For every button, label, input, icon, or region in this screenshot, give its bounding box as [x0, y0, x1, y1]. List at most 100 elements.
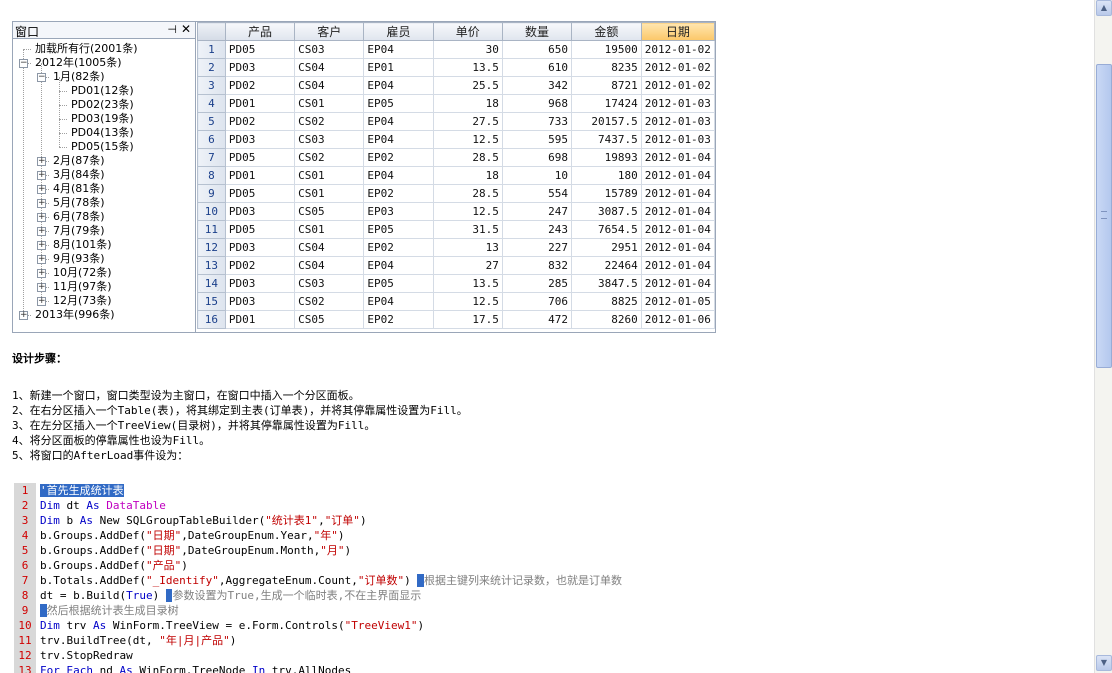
tree-node[interactable]: 5月(78条)	[53, 196, 105, 210]
table-cell[interactable]: PD05	[224, 148, 296, 167]
table-cell[interactable]: 2012-01-06	[640, 310, 715, 329]
vertical-scrollbar[interactable]: ▲ ▼	[1094, 0, 1112, 673]
table-cell[interactable]: 3087.5	[571, 202, 642, 221]
tree-node[interactable]: 2月(87条)	[53, 154, 105, 168]
table-row[interactable]: 12 PD03 CS04 EP02 13 227 2951 2012-01-04	[197, 238, 715, 257]
table-cell[interactable]: CS04	[294, 238, 365, 257]
table-cell[interactable]: 19500	[571, 40, 642, 59]
row-header[interactable]: 8	[197, 166, 226, 185]
table-row[interactable]: 5 PD02 CS02 EP04 27.5 733 20157.5 2012-01-03	[197, 112, 715, 131]
table-cell[interactable]: 227	[501, 238, 573, 257]
table-cell[interactable]: EP02	[363, 310, 434, 329]
table-cell[interactable]: 2012-01-04	[640, 148, 715, 167]
table-row[interactable]: 16 PD01 CS05 EP02 17.5 472 8260 2012-01-06	[197, 310, 715, 329]
table-cell[interactable]: PD05	[224, 220, 296, 239]
table-cell[interactable]: 733	[501, 112, 573, 131]
table-cell[interactable]: 12.5	[432, 202, 503, 221]
table-cell[interactable]: 832	[501, 256, 573, 275]
table-cell[interactable]: PD02	[224, 76, 296, 95]
column-header[interactable]: 雇员	[363, 22, 434, 41]
row-header[interactable]: 15	[197, 292, 226, 311]
expand-icon[interactable]: +	[37, 157, 46, 166]
collapse-icon[interactable]: −	[19, 59, 28, 68]
table-cell[interactable]: EP04	[363, 166, 434, 185]
table-cell[interactable]: 19893	[571, 148, 642, 167]
scrollbar-thumb[interactable]	[1096, 64, 1112, 368]
tree-node[interactable]: PD01(12条)	[71, 84, 134, 98]
table-cell[interactable]: CS02	[294, 148, 365, 167]
grid-corner-header[interactable]	[197, 22, 226, 41]
table-cell[interactable]: 2012-01-04	[640, 238, 715, 257]
column-header[interactable]: 金额	[571, 22, 642, 41]
table-cell[interactable]: 243	[501, 220, 573, 239]
table-cell[interactable]: 650	[501, 40, 573, 59]
table-row[interactable]: 11 PD05 CS01 EP05 31.5 243 7654.5 2012-01-04	[197, 220, 715, 239]
table-cell[interactable]: 15789	[571, 184, 642, 203]
row-header[interactable]: 7	[197, 148, 226, 167]
data-grid[interactable]: 产品 客户 雇员 单价 数量 金额 日期 1 PD05 CS03 EP04 30 650 19500 20…	[197, 22, 715, 332]
table-cell[interactable]: 610	[501, 58, 573, 77]
table-cell[interactable]: 706	[501, 292, 573, 311]
table-cell[interactable]: EP05	[363, 220, 434, 239]
tree-node[interactable]: 2013年(996条)	[35, 308, 115, 322]
table-cell[interactable]: 342	[501, 76, 573, 95]
table-cell[interactable]: EP01	[363, 58, 434, 77]
table-cell[interactable]: PD03	[224, 238, 296, 257]
tree-node[interactable]: 10月(72条)	[53, 266, 112, 280]
table-row[interactable]: 7 PD05 CS02 EP02 28.5 698 19893 2012-01-04	[197, 148, 715, 167]
table-cell[interactable]: 28.5	[432, 148, 503, 167]
table-cell[interactable]: EP04	[363, 40, 434, 59]
table-row[interactable]: 6 PD03 CS03 EP04 12.5 595 7437.5 2012-01-03	[197, 130, 715, 149]
tree-node[interactable]: PD03(19条)	[71, 112, 134, 126]
table-cell[interactable]: 595	[501, 130, 573, 149]
tree-node[interactable]: 8月(101条)	[53, 238, 112, 252]
table-cell[interactable]: CS05	[294, 202, 365, 221]
table-cell[interactable]: 2012-01-04	[640, 256, 715, 275]
table-cell[interactable]: EP05	[363, 274, 434, 293]
arrow-down-icon[interactable]: ▼	[1096, 655, 1112, 671]
column-header[interactable]: 数量	[501, 22, 573, 41]
table-cell[interactable]: CS03	[294, 130, 365, 149]
table-cell[interactable]: 18	[432, 166, 503, 185]
table-cell[interactable]: 2012-01-04	[640, 274, 715, 293]
table-cell[interactable]: 3847.5	[571, 274, 642, 293]
table-cell[interactable]: 13.5	[432, 58, 503, 77]
table-cell[interactable]: EP03	[363, 202, 434, 221]
table-cell[interactable]: 27	[432, 256, 503, 275]
row-header[interactable]: 3	[197, 76, 226, 95]
table-cell[interactable]: 180	[571, 166, 642, 185]
expand-icon[interactable]: +	[37, 255, 46, 264]
tree-node[interactable]: 9月(93条)	[53, 252, 105, 266]
table-cell[interactable]: 2012-01-04	[640, 202, 715, 221]
table-cell[interactable]: 27.5	[432, 112, 503, 131]
table-cell[interactable]: PD05	[224, 184, 296, 203]
row-header[interactable]: 10	[197, 202, 226, 221]
table-cell[interactable]: 285	[501, 274, 573, 293]
table-cell[interactable]: 2012-01-02	[640, 76, 715, 95]
table-cell[interactable]: EP02	[363, 238, 434, 257]
table-cell[interactable]: PD01	[224, 166, 296, 185]
row-header[interactable]: 16	[197, 310, 226, 329]
row-header[interactable]: 2	[197, 58, 226, 77]
row-header[interactable]: 12	[197, 238, 226, 257]
table-cell[interactable]: 2012-01-02	[640, 58, 715, 77]
table-cell[interactable]: 17424	[571, 94, 642, 113]
table-cell[interactable]: 8825	[571, 292, 642, 311]
row-header[interactable]: 13	[197, 256, 226, 275]
table-cell[interactable]: PD01	[224, 94, 296, 113]
table-cell[interactable]: 17.5	[432, 310, 503, 329]
expand-icon[interactable]: +	[37, 227, 46, 236]
tree-node[interactable]: 加载所有行(2001条)	[35, 42, 138, 56]
table-cell[interactable]: 28.5	[432, 184, 503, 203]
expand-icon[interactable]: +	[37, 213, 46, 222]
table-cell[interactable]: PD03	[224, 292, 296, 311]
table-cell[interactable]: EP04	[363, 292, 434, 311]
tree-view[interactable]: 加载所有行(2001条) −2012年(1005条) −1月(82条) PD01(12…	[13, 40, 195, 332]
table-row[interactable]: 14 PD03 CS03 EP05 13.5 285 3847.5 2012-01-04	[197, 274, 715, 293]
row-header[interactable]: 6	[197, 130, 226, 149]
table-cell[interactable]: 31.5	[432, 220, 503, 239]
table-row[interactable]: 9 PD05 CS01 EP02 28.5 554 15789 2012-01-04	[197, 184, 715, 203]
table-cell[interactable]: 7437.5	[571, 130, 642, 149]
table-cell[interactable]: 2012-01-03	[640, 112, 715, 131]
table-cell[interactable]: EP04	[363, 256, 434, 275]
